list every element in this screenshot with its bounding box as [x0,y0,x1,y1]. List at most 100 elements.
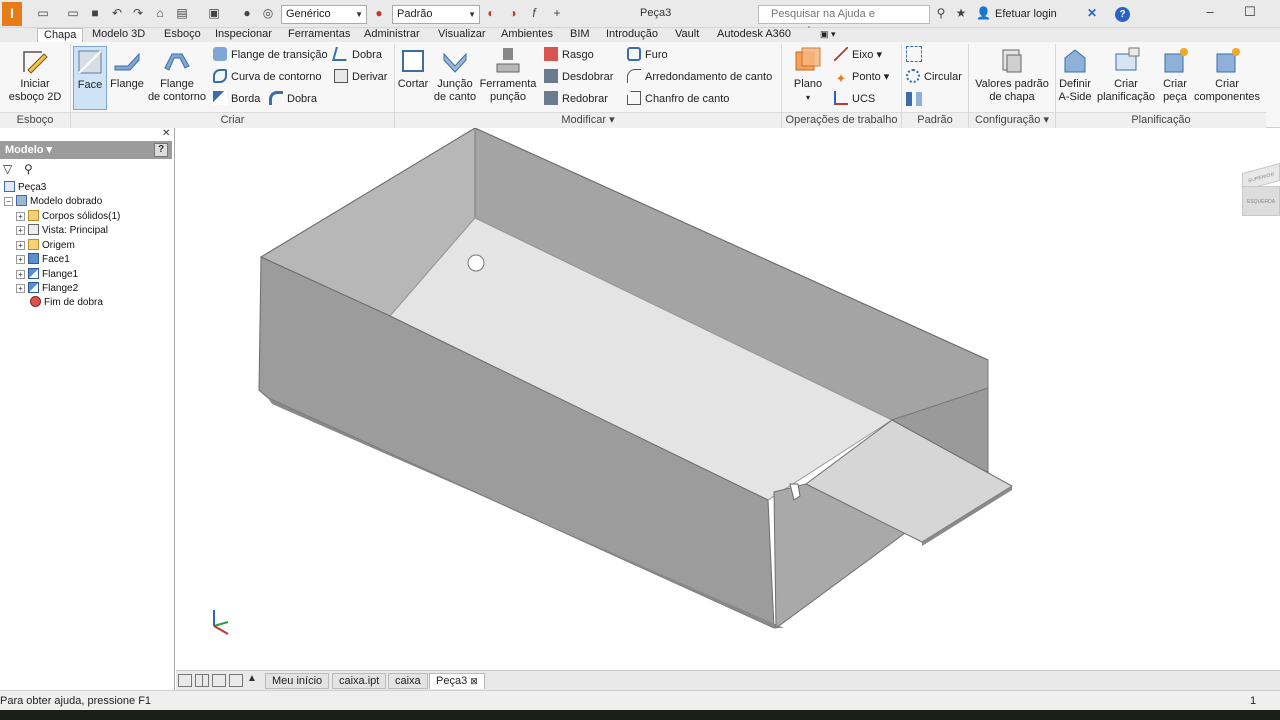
refold-button[interactable]: Redobrar [544,90,608,108]
select-icon[interactable]: ▣ [207,6,221,20]
tab-esboco[interactable]: Esboço [162,28,203,42]
hole-button[interactable]: Furo [627,46,668,64]
rip-button[interactable]: Rasgo [544,46,594,64]
contour-curve-button[interactable]: Curva de contorno [213,68,322,86]
tree-item-part[interactable]: Peça3 [4,181,46,195]
corner-chamfer-button[interactable]: Chanfro de canto [627,90,729,108]
tab-ferramentas[interactable]: Ferramentas [286,28,352,42]
tile-view-icon[interactable] [178,674,192,687]
home-icon[interactable]: ⌂ [153,6,167,20]
tree-item-view[interactable]: + Vista: Principal [16,224,108,238]
panel-label-modificar[interactable]: Modificar ▾ [395,112,781,128]
find-icon[interactable]: ⚲ [24,162,33,176]
doc-tab-caixa-ipt[interactable]: caixa.ipt [332,673,387,689]
viewcube[interactable]: SUPERIOR ESQUERDA [1242,162,1280,220]
create-flat-pattern-button[interactable]: Criar planificação [1096,46,1156,104]
login-link[interactable]: Efetuar login [995,8,1057,20]
define-aside-button[interactable]: Definir A-Side [1056,46,1094,104]
point-button[interactable]: ✦ Ponto ▾ [834,68,890,86]
tree-item-flange2[interactable]: + Flange2 [16,282,78,296]
redo-icon[interactable]: ↷ [131,6,145,20]
vertical-view-icon[interactable] [229,674,243,687]
punch-tool-button[interactable]: Ferramenta punção [479,46,537,104]
sheet-metal-defaults-button[interactable]: Valores padrão de chapa [972,46,1052,104]
corner-seam-button[interactable]: Junção de canto [432,46,478,104]
face-button[interactable]: Face [73,46,107,110]
tabs-menu-icon[interactable]: ▲ [247,673,257,684]
tree-item-folded-model[interactable]: − Modelo dobrado [4,195,102,209]
ribbon-toggle-icon[interactable]: ▣ ▾ [818,28,838,42]
tab-inspecionar[interactable]: Inspecionar [213,28,274,42]
start-sketch-button[interactable]: Iniciar esboço 2D [6,46,64,104]
filter-icon[interactable]: ▽ [3,162,12,176]
help-button[interactable]: ? [1115,7,1130,22]
tab-modelo-3d[interactable]: Modelo 3D [90,28,147,42]
tree-item-end-of-fold[interactable]: Fim de dobra [30,296,103,310]
unfold-button[interactable]: Desdobrar [544,68,613,86]
material-combo[interactable]: Genérico ▼ [281,5,367,24]
circular-pattern-button[interactable]: Circular [906,68,962,86]
maximize-button[interactable]: ☐ [1242,4,1258,20]
ucs-button[interactable]: UCS [834,90,875,108]
flange-button[interactable]: Flange [110,46,144,91]
doc-tab-peca3[interactable]: Peça3 ⊠ [429,673,485,689]
undo-icon[interactable]: ↶ [110,6,124,20]
update-icon[interactable]: ● [240,6,254,20]
user-icon[interactable]: 👤 [976,6,991,20]
grid-view-icon[interactable] [195,674,209,687]
tab-chapa[interactable]: Chapa [37,28,84,42]
adjust-icon[interactable]: ◑ [506,6,520,20]
contour-flange-button[interactable]: Flange de contorno [146,46,208,104]
doc-tab-home[interactable]: Meu início [265,673,330,689]
star-icon[interactable]: ★ [954,6,968,20]
browser-close-icon[interactable]: ✕ [162,128,170,139]
binoculars-icon[interactable]: ⚲ [934,6,948,20]
horizontal-view-icon[interactable] [212,674,226,687]
make-part-button[interactable]: Criar peça [1159,46,1191,104]
graphics-viewport[interactable]: SUPERIOR ESQUERDA [176,128,1280,670]
tab-visualizar[interactable]: Visualizar [436,28,488,42]
function-icon[interactable]: f [527,6,541,20]
mirror-icon[interactable] [906,92,922,106]
sheet-metal-box-model[interactable] [176,128,1280,670]
tree-item-flange1[interactable]: + Flange1 [16,268,78,282]
viewcube-front-face[interactable]: ESQUERDA [1242,186,1280,216]
tree-item-solid-bodies[interactable]: + Corpos sólidos(1) [16,210,120,224]
plane-button[interactable]: Plano ▾ [788,46,828,104]
fold-button[interactable]: Dobra [332,46,382,64]
close-tab-icon[interactable]: ⊠ [470,676,478,686]
tab-introducao[interactable]: Introdução [604,28,660,42]
tab-autodesk-a360[interactable]: Autodesk A360 [715,28,793,42]
transition-flange-button[interactable]: Flange de transição [213,46,328,64]
tab-vault[interactable]: Vault [673,28,701,42]
app-logo-icon[interactable]: I [2,2,22,26]
cut-button[interactable]: Cortar [396,46,430,91]
new-icon[interactable]: ▭ [36,6,50,20]
corner-round-button[interactable]: Arredondamento de canto [627,68,772,86]
make-components-button[interactable]: Criar componentes [1192,46,1262,104]
browser-header[interactable]: Modelo ▾ ? [0,141,172,159]
tab-administrar[interactable]: Administrar [362,28,422,42]
open-icon[interactable]: ▭ [66,6,80,20]
print-icon[interactable]: ▤ [175,6,189,20]
material-icon[interactable]: ◎ [261,6,275,20]
axis-button[interactable]: Eixo ▾ [834,46,882,64]
tree-item-origin[interactable]: + Origem [16,239,75,253]
appearance-clear-icon[interactable]: ◐ [484,6,498,20]
rectangular-pattern-icon[interactable] [906,46,922,62]
appearance-combo[interactable]: Padrão ▼ [392,5,480,24]
panel-label-setup[interactable]: Configuração ▾ [969,112,1055,128]
save-icon[interactable]: ■ [88,6,102,20]
bend-button[interactable]: Dobra [269,90,317,108]
exchange-icon[interactable]: ✕ [1085,6,1099,20]
help-search-input[interactable]: Pesquisar na Ajuda e comandos... [758,5,930,37]
tree-item-face1[interactable]: + Face1 [16,253,70,267]
tab-bim[interactable]: BIM [568,28,592,42]
edge-button[interactable]: Borda [213,90,260,108]
browser-help-icon[interactable]: ? [154,143,168,157]
tab-ambientes[interactable]: Ambientes [499,28,555,42]
derive-button[interactable]: Derivar [334,68,387,86]
doc-tab-caixa[interactable]: caixa [388,673,428,689]
add-icon[interactable]: + [550,6,564,20]
minimize-button[interactable]: – [1202,4,1218,20]
